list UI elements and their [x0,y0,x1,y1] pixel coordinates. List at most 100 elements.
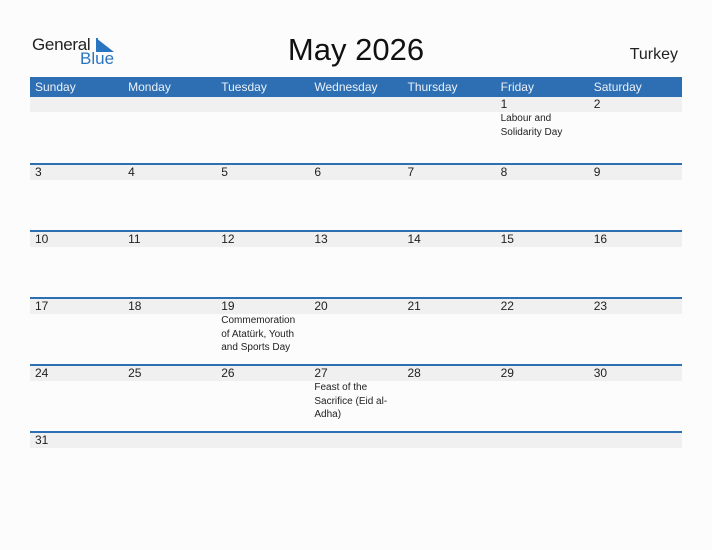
day-number [402,97,496,112]
day-cell[interactable]: 15 [495,232,589,297]
day-number: 17 [30,299,124,314]
day-cell [216,433,310,451]
day-cell [402,433,496,451]
day-cell [588,433,682,451]
day-number: 26 [216,366,310,381]
day-number: 27 [309,366,403,381]
day-number [495,433,589,448]
day-cell[interactable]: 24 [30,366,124,431]
day-cell[interactable]: 22 [495,299,589,364]
day-cell[interactable]: 1 Labour and Solidarity Day [495,97,589,163]
day-number [216,433,310,448]
day-number [123,433,217,448]
day-number: 13 [309,232,403,247]
day-cell[interactable]: 2 [588,97,682,163]
day-cell[interactable]: 5 [216,165,310,230]
country-label: Turkey [629,46,678,63]
day-cell[interactable]: 3 [30,165,124,230]
day-number: 29 [495,366,589,381]
day-cell[interactable]: 23 [588,299,682,364]
day-number [30,97,124,112]
day-number [123,97,217,112]
day-cell[interactable]: 29 [495,366,589,431]
week-row: 10 11 12 13 14 15 16 [30,230,682,297]
day-number: 9 [588,165,682,180]
day-cell[interactable]: 14 [402,232,496,297]
page-title: May 2026 [287,32,425,67]
day-cell[interactable]: 26 [216,366,310,431]
day-number: 30 [588,366,682,381]
week-row: 1 Labour and Solidarity Day 2 [30,97,682,163]
day-number: 12 [216,232,310,247]
holiday-label: Labour and Solidarity Day [500,113,563,138]
day-number: 31 [30,433,124,448]
weekday-sunday: Sunday [35,80,76,94]
weeks-container: 1 Labour and Solidarity Day 2 3 4 5 6 7 8 9 10 11 12… [30,97,682,451]
weekday-monday: Monday [128,80,171,94]
day-cell [495,433,589,451]
day-cell[interactable]: 20 [309,299,403,364]
day-cell[interactable]: 19 Commemoration of Atatürk, Youth and Sp… [216,299,310,364]
day-cell[interactable]: 8 [495,165,589,230]
day-cell[interactable]: 16 [588,232,682,297]
day-cell[interactable]: 30 [588,366,682,431]
holiday-label: Commemoration of Atatürk, Youth and Spor… [221,315,296,353]
day-cell[interactable]: 7 [402,165,496,230]
day-cell[interactable]: 17 [30,299,124,364]
day-cell [309,433,403,451]
week-row: 17 18 19 Commemoration of Atatürk, Youth an… [30,297,682,364]
day-number: 10 [30,232,124,247]
day-number [402,433,496,448]
day-number: 6 [309,165,403,180]
day-cell[interactable]: 13 [309,232,403,297]
day-cell [30,97,124,163]
weekday-friday: Friday [500,80,534,94]
weekday-saturday: Saturday [593,80,642,94]
day-number: 25 [123,366,217,381]
day-number: 23 [588,299,682,314]
day-number: 14 [402,232,496,247]
day-number: 1 [495,97,589,112]
week-row: 31 [30,431,682,451]
weekday-header: Sunday Monday Tuesday Wednesday Thursday… [30,77,682,97]
day-cell[interactable]: 21 [402,299,496,364]
day-cell [309,97,403,163]
day-number [588,433,682,448]
day-number: 16 [588,232,682,247]
day-cell[interactable]: 31 [30,433,124,451]
day-cell[interactable]: 28 [402,366,496,431]
day-number: 7 [402,165,496,180]
weekday-thursday: Thursday [407,80,458,94]
day-cell[interactable]: 4 [123,165,217,230]
day-cell[interactable]: 12 [216,232,310,297]
day-number: 21 [402,299,496,314]
weekday-wednesday: Wednesday [314,80,378,94]
day-cell [123,433,217,451]
day-cell[interactable]: 11 [123,232,217,297]
day-number: 22 [495,299,589,314]
weekday-tuesday: Tuesday [221,80,267,94]
week-row: 3456789 [30,163,682,230]
week-row: 24 25 26 27 Feast of the Sacrifice (Eid al-A… [30,364,682,431]
day-number: 20 [309,299,403,314]
day-number: 11 [123,232,217,247]
day-cell[interactable]: 6 [309,165,403,230]
day-number: 19 [216,299,310,314]
day-cell[interactable]: 18 [123,299,217,364]
day-cell [216,97,310,163]
day-number [309,97,403,112]
calendar-grid: Sunday Monday Tuesday Wednesday Thursday… [30,77,682,451]
day-number: 18 [123,299,217,314]
day-number: 8 [495,165,589,180]
day-cell[interactable]: 9 [588,165,682,230]
day-number: 3 [30,165,124,180]
day-cell[interactable]: 10 [30,232,124,297]
day-number [309,433,403,448]
day-cell[interactable]: 25 [123,366,217,431]
holiday-label: Feast of the Sacrifice (Eid al-Adha) [314,382,388,420]
day-number: 15 [495,232,589,247]
day-number: 28 [402,366,496,381]
day-number: 4 [123,165,217,180]
day-cell [402,97,496,163]
day-cell[interactable]: 27 Feast of the Sacrifice (Eid al-Adha) [309,366,403,431]
